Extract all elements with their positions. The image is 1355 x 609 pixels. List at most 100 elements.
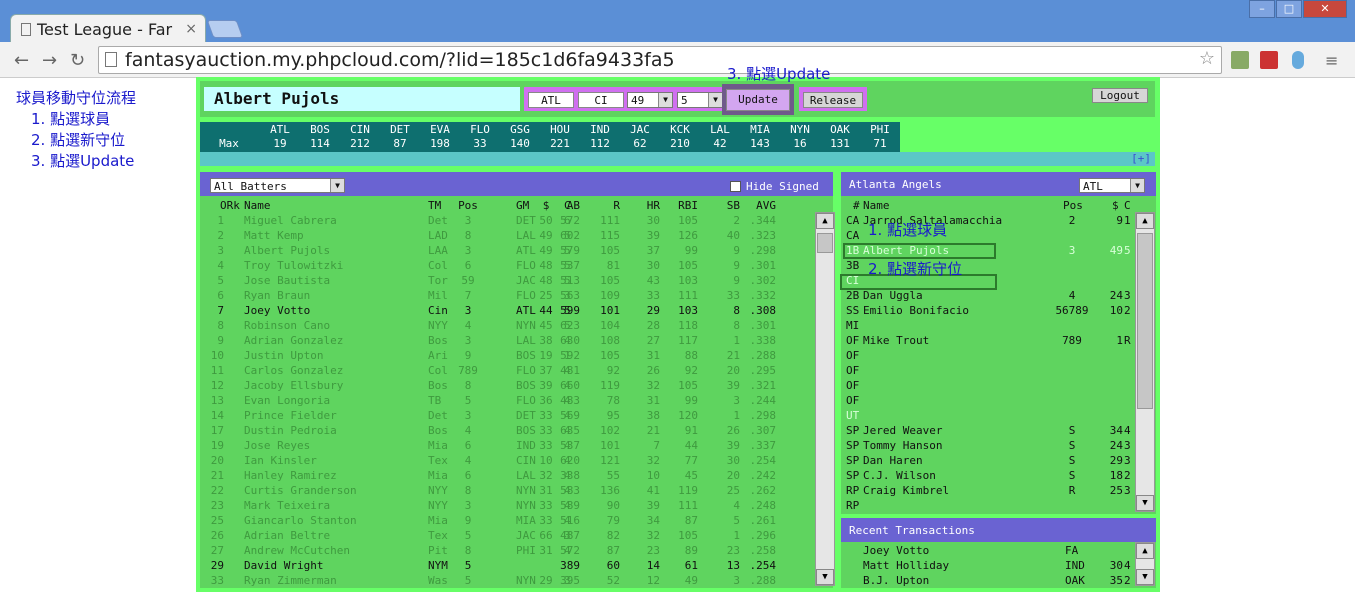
scroll-thumb[interactable]: [1137, 233, 1153, 409]
team-field[interactable]: ATL: [528, 92, 574, 108]
cell-ork: 17: [210, 424, 224, 437]
table-header-row: ORk Name TM Pos GM $ C AB R HR RBI SB AVG: [200, 198, 814, 213]
roster-team-select[interactable]: ATL ▼: [1079, 178, 1145, 193]
release-button[interactable]: Release: [803, 92, 863, 108]
cell-name: Andrew McCutchen: [244, 544, 350, 557]
table-row[interactable]: 7 Joey Votto Cin 3 ATL 44 5 599 101 29 103 8.308: [200, 303, 814, 318]
roster-row[interactable]: SP Tommy Hanson S 24 3: [841, 438, 1135, 453]
roster-row[interactable]: OF Mike Trout 789 1 R: [841, 333, 1135, 348]
close-tab-icon[interactable]: ×: [185, 21, 197, 37]
roster-row[interactable]: RP: [841, 498, 1135, 513]
scroll-down-icon[interactable]: ▼: [1136, 569, 1154, 585]
update-button[interactable]: Update: [726, 89, 790, 111]
table-row[interactable]: 14 Prince Fielder Det 3 DET 33 4 569 95 38 120 1.29…: [200, 408, 814, 423]
roster-row[interactable]: UT: [841, 408, 1135, 423]
cell-rbi: 103: [678, 274, 698, 287]
hide-signed-checkbox[interactable]: Hide Signed: [730, 180, 819, 193]
table-row[interactable]: 23 Mark Teixeira NYY 3 NYN 33 4 589 90 39 111 4.248: [200, 498, 814, 513]
roster-row[interactable]: MI: [841, 318, 1135, 333]
contract-select[interactable]: 5 ▼: [677, 92, 723, 108]
cell-r: 82: [606, 529, 620, 542]
table-row[interactable]: 3 Albert Pujols LAA 3 ATL 49 5 579 105 37 99 9.298: [200, 243, 814, 258]
max-team-label: NYN: [790, 123, 810, 136]
max-row-label: Max: [219, 137, 239, 150]
batter-filter-select[interactable]: All Batters ▼: [210, 178, 345, 193]
maximize-icon[interactable]: □: [1276, 0, 1302, 18]
roster-row[interactable]: OF: [841, 363, 1135, 378]
browser-tab[interactable]: Test League - Far ×: [10, 14, 206, 44]
table-row[interactable]: 4 Troy Tulowitzki Col 6 FLO 48 5 537 81 30 105 9.30…: [200, 258, 814, 273]
roster-slot: SP: [846, 424, 860, 437]
table-row[interactable]: 10 Justin Upton Ari 9 BOS 19 1 592 105 31 88 21.288: [200, 348, 814, 363]
close-window-icon[interactable]: ✕: [1303, 0, 1347, 18]
expand-link[interactable]: [+]: [1131, 152, 1151, 165]
transactions-scrollbar[interactable]: ▲ ▼: [1135, 542, 1155, 586]
roster-scrollbar[interactable]: ▲ ▼: [1135, 212, 1155, 512]
table-row[interactable]: 6 Ryan Braun Mil 7 FLO 25 3 563 109 33 111 33.332: [200, 288, 814, 303]
table-row[interactable]: 33 Ryan Zimmerman Was 5 NYN 29 3 395 52 12 49 3.288: [200, 573, 814, 588]
reload-icon[interactable]: ↻: [70, 50, 85, 71]
table-row[interactable]: 27 Andrew McCutchen Pit 8 PHI 31 4 572 87 23 89 23.…: [200, 543, 814, 558]
cell-avg: .288: [749, 349, 777, 362]
roster-name: Dan Haren: [863, 454, 923, 467]
bookmark-star-icon[interactable]: ☆: [1199, 48, 1215, 69]
cell-tm: Col: [428, 364, 448, 377]
roster-row[interactable]: SP C.J. Wilson S 18 2: [841, 468, 1135, 483]
roster-row[interactable]: SP Jered Weaver S 34 4: [841, 423, 1135, 438]
roster-slot: OF: [846, 334, 860, 347]
table-row[interactable]: 2 Matt Kemp LAD 8 LAL 49 5 602 115 39 126 40.323: [200, 228, 814, 243]
cell-ab: 630: [560, 334, 580, 347]
cell-r: 104: [600, 319, 620, 332]
table-row[interactable]: 29 David Wright NYM 5 389 60 14 61 13 .254: [200, 558, 814, 573]
scroll-up-icon[interactable]: ▲: [1136, 213, 1154, 229]
roster-row[interactable]: SP Dan Haren S 29 3: [841, 453, 1135, 468]
cell-sb: 3: [733, 394, 740, 407]
address-bar[interactable]: fantasyauction.my.phpcloud.com/?lid=185c…: [98, 46, 1222, 74]
cell-name: Curtis Granderson: [244, 484, 357, 497]
roster-row[interactable]: OF: [841, 378, 1135, 393]
table-row[interactable]: 8 Robinson Cano NYY 4 NYN 45 5 623 104 28 118 8.301: [200, 318, 814, 333]
batters-scrollbar[interactable]: ▲ ▼: [815, 212, 835, 586]
table-row[interactable]: 26 Adrian Beltre Tex 5 JAC 66 3 487 82 32 105 1.296: [200, 528, 814, 543]
table-row[interactable]: 11 Carlos Gonzalez Col 789 FLO 37 4 481 92 26 92 20…: [200, 363, 814, 378]
table-row[interactable]: 25 Giancarlo Stanton Mia 9 MIA 33 4 516 79 34 87 5.…: [200, 513, 814, 528]
back-icon[interactable]: ←: [14, 50, 29, 71]
scroll-up-icon[interactable]: ▲: [1136, 543, 1154, 559]
new-tab-button[interactable]: [206, 20, 244, 38]
extension-icon[interactable]: [1260, 51, 1278, 69]
table-row[interactable]: 9 Adrian Gonzalez Bos 3 LAL 38 4 630 108 27 117 1.3…: [200, 333, 814, 348]
table-row[interactable]: 1 Miguel Cabrera Det 3 DET 50 6 572 111 30 105 2.34…: [200, 213, 814, 228]
minimize-icon[interactable]: –: [1249, 0, 1275, 18]
roster-row[interactable]: 2B Dan Uggla 4 24 3: [841, 288, 1135, 303]
cell-avg: .344: [749, 214, 777, 227]
table-row[interactable]: 20 Ian Kinsler Tex 4 CIN 10 4 620 121 32 77 30.254: [200, 453, 814, 468]
scroll-thumb[interactable]: [817, 233, 833, 253]
cell-ab: 487: [560, 529, 580, 542]
extension-icon[interactable]: [1231, 51, 1249, 69]
extension-icon[interactable]: [1292, 51, 1304, 69]
table-row[interactable]: 19 Jose Reyes Mia 6 IND 33 4 537 101 7 44 39.337: [200, 438, 814, 453]
roster-row[interactable]: SS Emilio Bonifacio 56789 10 2: [841, 303, 1135, 318]
cell-sb: 9: [733, 244, 740, 257]
table-row[interactable]: 13 Evan Longoria TB 5 FLO 36 4 483 78 31 99 3.244: [200, 393, 814, 408]
scroll-up-icon[interactable]: ▲: [816, 213, 834, 229]
table-row[interactable]: 12 Jacoby Ellsbury Bos 8 BOS 39 4 660 119 32 105 39…: [200, 378, 814, 393]
cell-hr: 29: [646, 304, 660, 317]
table-row[interactable]: 17 Dustin Pedroia Bos 4 BOS 33 4 635 102 21 91 26.3…: [200, 423, 814, 438]
table-row[interactable]: 22 Curtis Granderson NYY 8 NYN 31 4 583 136 41 119…: [200, 483, 814, 498]
scroll-down-icon[interactable]: ▼: [816, 569, 834, 585]
position-field[interactable]: CI: [578, 92, 624, 108]
roster-row[interactable]: RP Craig Kimbrel R 25 3: [841, 483, 1135, 498]
table-row[interactable]: 21 Hanley Ramirez Mia 6 LAL 32 4 338 55 10 45 20.24…: [200, 468, 814, 483]
forward-icon[interactable]: →: [42, 50, 57, 71]
max-team-label: JAC: [630, 123, 650, 136]
roster-slot: UT: [846, 409, 860, 422]
scroll-down-icon[interactable]: ▼: [1136, 495, 1154, 511]
logout-button[interactable]: Logout: [1092, 88, 1148, 103]
table-row[interactable]: 5 Jose Bautista Tor 59 JAC 48 5 513 105 43 103 9.30…: [200, 273, 814, 288]
roster-row[interactable]: OF: [841, 393, 1135, 408]
salary-select[interactable]: 49 ▼: [627, 92, 673, 108]
roster-row[interactable]: OF: [841, 348, 1135, 363]
menu-icon[interactable]: ≡: [1325, 51, 1338, 70]
cell-sb: 23: [726, 544, 740, 557]
